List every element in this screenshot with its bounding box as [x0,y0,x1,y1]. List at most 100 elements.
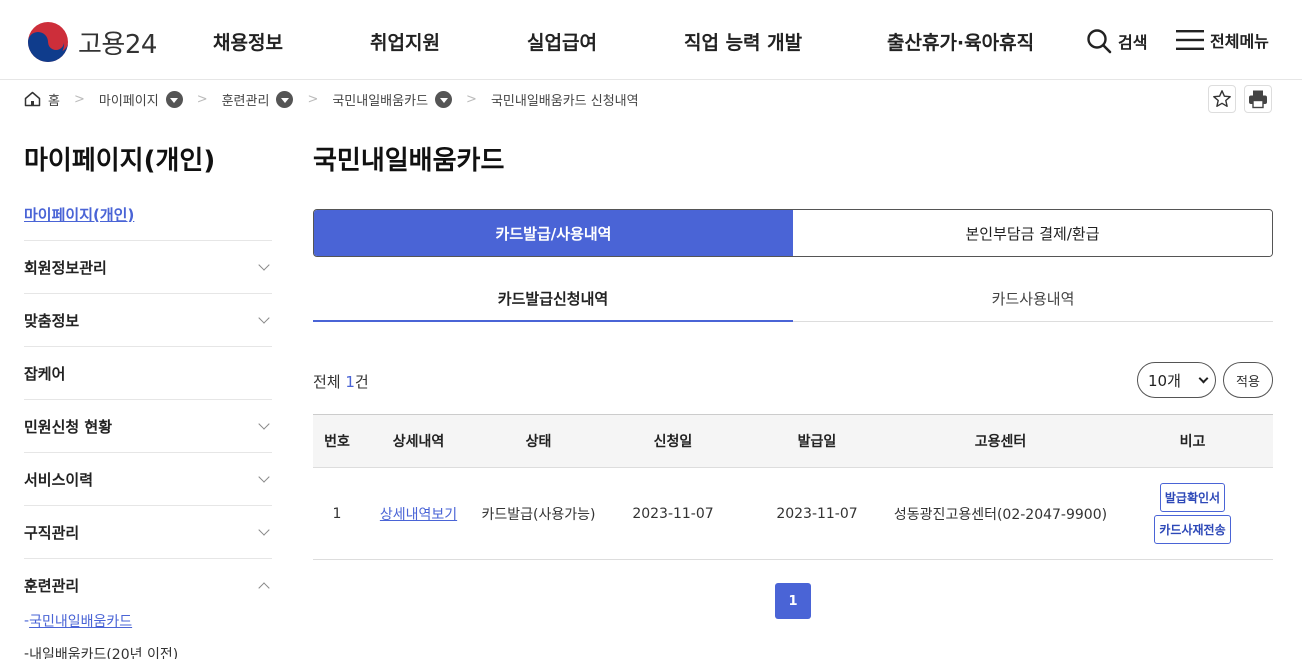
table-header-row: 번호 상세내역 상태 신청일 발급일 고용센터 비고 [313,414,1273,468]
total-suffix: 건 [354,373,369,391]
sidebar-item-label: 잡케어 [24,364,66,383]
nav-item-skills-development[interactable]: 직업 능력 개발 [684,28,802,55]
breadcrumb-label: 마이페이지 [98,93,159,109]
sidebar-item-label: 구직관리 [24,523,80,542]
chevron-right-icon: > [73,91,85,107]
cell-status: 카드발급(사용가능) [481,506,596,523]
sidebar-subitem-legacy-card[interactable]: - 내일배움카드(20년 이전) [24,637,272,659]
table-row: 1 상세내역보기 카드발급(사용가능) 2023-11-07 2023-11-0… [313,468,1273,560]
page-size-select[interactable]: 10개 [1137,362,1216,398]
nav-item-jobs[interactable]: 채용정보 [213,28,283,55]
sidebar-item-label: 서비스이력 [24,470,94,489]
sidebar-item-label: 훈련관리 [24,577,80,595]
all-menu-label: 전체메뉴 [1210,32,1269,51]
breadcrumb-label: 훈련관리 [221,93,270,109]
search-button[interactable]: 검색 [1086,28,1147,54]
cell-detail: 상세내역보기 [361,468,476,560]
chevron-down-icon [258,312,270,324]
apply-button[interactable]: 적용 [1223,362,1273,398]
dropdown-icon[interactable] [276,90,294,108]
sidebar-item-label: 회원정보관리 [24,258,107,277]
page-title: 국민내일배움카드 [313,146,505,176]
column-header: 비고 [1179,434,1206,450]
sidebar-item-civil-petition[interactable]: 민원신청 현황 [24,400,272,453]
sidebar-item-job-search[interactable]: 구직관리 [24,506,272,559]
card-resend-button[interactable]: 카드사재전송 [1154,515,1231,544]
column-header: 신청일 [653,434,693,450]
breadcrumb: 홈 > 마이페이지 > 훈련관리 > 국민내일배움카드 > 국민내일배움카드 신… [24,88,639,110]
page-size-value: 10개 [1148,371,1181,390]
issue-certificate-button[interactable]: 발급확인서 [1159,483,1226,512]
all-menu-button[interactable]: 전체메뉴 [1176,28,1269,52]
breadcrumb-label: 국민내일배움카드 신청내역 [490,93,639,109]
sidebar-menu: 마이페이지(개인) 회원정보관리 맞춤정보 잡케어 민원신청 현황 서비스이력 … [24,188,272,659]
site-header: 고용24 채용정보 취업지원 실업급여 직업 능력 개발 출산휴가·육아휴직 검… [0,0,1302,80]
column-header: 번호 [324,434,350,450]
nav-item-parental-leave[interactable]: 출산휴가·육아휴직 [887,28,1034,55]
detail-link[interactable]: 상세내역보기 [380,507,457,523]
column-header: 상태 [525,434,552,450]
sidebar-item-custom-info[interactable]: 맞춤정보 [24,294,272,347]
pagination-page-1[interactable]: 1 [775,583,811,619]
taegeuk-logo-icon [28,22,68,62]
chevron-down-icon [258,418,270,430]
nav-item-unemployment-benefit[interactable]: 실업급여 [527,28,597,55]
breadcrumb-current: 국민내일배움카드 신청내역 [491,90,639,109]
cell-remarks: 발급확인서 카드사재전송 [1112,468,1273,560]
chevron-down-icon [258,471,270,483]
tab-card-usage-history[interactable]: 카드사용내역 [793,275,1273,321]
search-icon [1087,29,1112,54]
chevron-right-icon: > [466,91,477,107]
dropdown-icon[interactable] [435,90,453,108]
chevron-down-icon [258,524,270,536]
chevron-up-icon [258,581,270,594]
application-table: 번호 상세내역 상태 신청일 발급일 고용센터 비고 1 상세내역보기 카드발급… [313,414,1273,560]
tab-copayment-refund[interactable]: 본인부담금 결제/환급 [793,210,1272,256]
favorite-button[interactable] [1208,85,1236,113]
tab-card-application-history[interactable]: 카드발급신청내역 [313,275,793,322]
total-number: 1 [345,373,355,391]
printer-icon [1249,90,1267,109]
print-button[interactable] [1244,85,1272,113]
chevron-right-icon: > [307,91,319,107]
column-header: 고용센터 [974,434,1027,450]
chevron-right-icon: > [196,91,208,107]
chevron-down-icon [1198,373,1209,383]
site-logo[interactable]: 고용24 [26,20,157,64]
cell-number: 1 [332,505,342,522]
subitem-link[interactable]: 국민내일배움카드 [29,611,132,631]
tab-card-issue-usage[interactable]: 카드발급/사용내역 [314,210,793,256]
search-label: 검색 [1118,33,1148,52]
column-header: 발급일 [797,434,837,450]
nav-item-employment-support[interactable]: 취업지원 [370,28,440,55]
column-header: 상세내역 [392,434,445,450]
breadcrumb-item-mypage[interactable]: 마이페이지 [99,90,183,109]
breadcrumb-item-card[interactable]: 국민내일배움카드 [332,90,453,109]
breadcrumb-label: 국민내일배움카드 [332,93,429,109]
home-icon [24,91,41,107]
total-count: 전체 1건 [313,371,369,392]
sidebar-title: 마이페이지(개인) [24,146,216,176]
sidebar-item-member-info[interactable]: 회원정보관리 [24,241,272,294]
chevron-down-icon [258,259,270,271]
secondary-tabs: 카드발급신청내역 카드사용내역 [313,275,1273,322]
sidebar-item-service-history[interactable]: 서비스이력 [24,453,272,506]
cell-issue-date: 2023-11-07 [776,505,858,522]
breadcrumb-home[interactable]: 홈 [24,90,60,109]
total-prefix: 전체 [313,373,346,391]
dropdown-icon[interactable] [165,90,183,108]
page-tools [1208,85,1272,113]
sidebar-item-mypage[interactable]: 마이페이지(개인) [24,188,272,241]
cell-center: 성동광진고용센터(02-2047-9900) [893,506,1108,523]
hamburger-icon [1176,30,1204,50]
breadcrumb-item-training[interactable]: 훈련관리 [222,90,294,109]
cell-apply-date: 2023-11-07 [632,505,714,522]
star-icon [1213,90,1231,107]
logo-text: 고용24 [78,29,157,60]
breadcrumb-home-label: 홈 [48,93,60,109]
sidebar-item-jobcare[interactable]: 잡케어 [24,347,272,400]
primary-tabs: 카드발급/사용내역 본인부담금 결제/환급 [313,209,1273,257]
sidebar-item-label: 맞춤정보 [24,311,80,330]
sidebar-item-label: 민원신청 현황 [24,417,113,436]
sidebar-subitem-national-card[interactable]: - 국민내일배움카드 [24,604,272,637]
